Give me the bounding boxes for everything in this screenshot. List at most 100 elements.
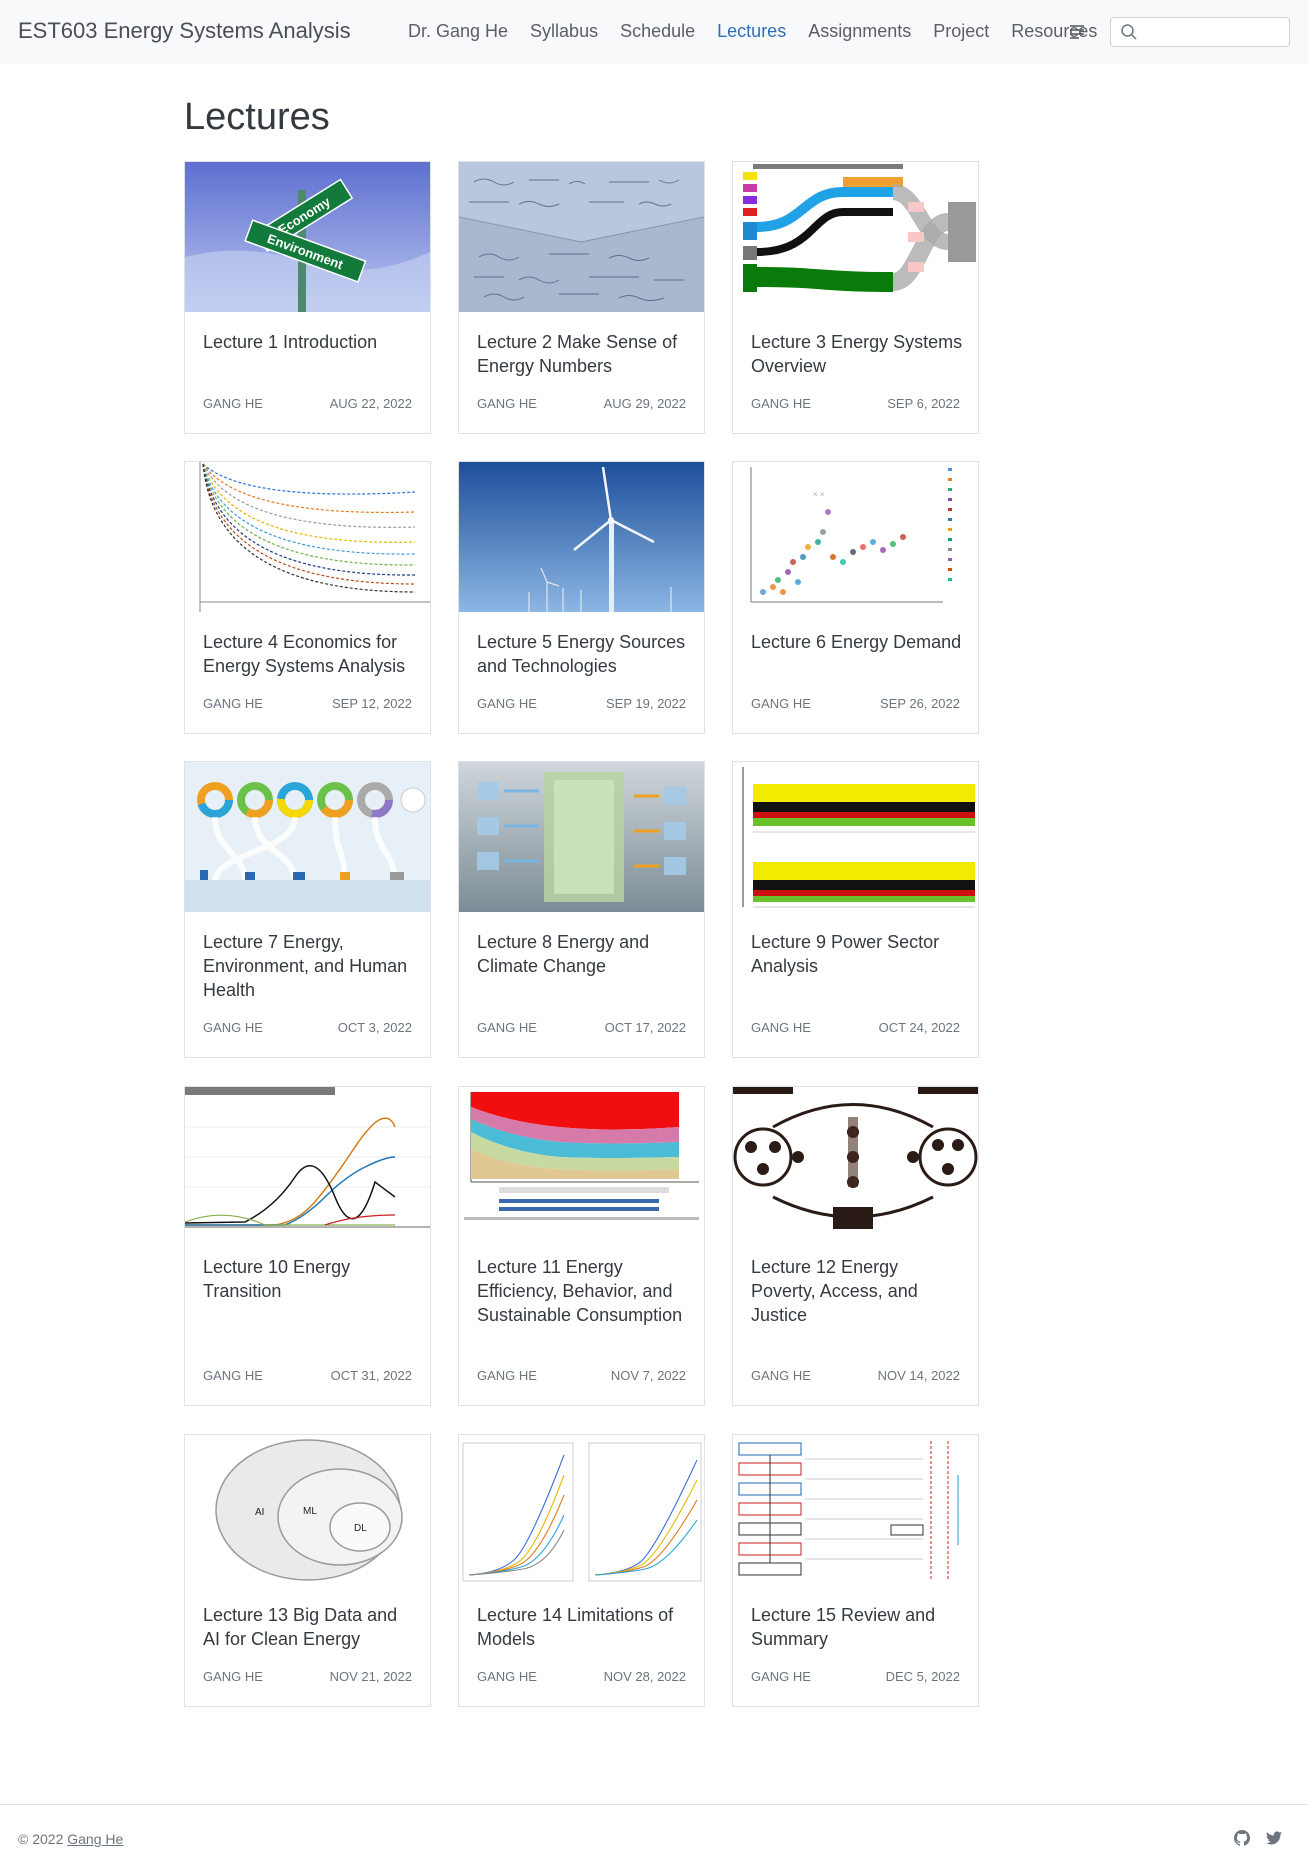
lecture-thumbnail	[733, 1435, 978, 1585]
lecture-date: NOV 7, 2022	[610, 1368, 686, 1383]
lecture-title[interactable]: Lecture 10 Energy Transition	[203, 1255, 418, 1303]
lecture-title[interactable]: Lecture 4 Economics for Energy Systems A…	[203, 630, 418, 678]
lecture-thumbnail	[459, 1435, 704, 1585]
lecture-title[interactable]: Lecture 15 Review and Summary	[751, 1603, 966, 1651]
lecture-thumbnail	[733, 162, 978, 312]
lecture-card[interactable]: Economy Environment Lecture 1 Introducti…	[184, 161, 431, 434]
lecture-date: AUG 29, 2022	[603, 396, 686, 411]
footer-author-link[interactable]: Gang He	[67, 1831, 123, 1847]
lecture-date: NOV 14, 2022	[877, 1368, 960, 1383]
svg-text:× ×: × ×	[813, 490, 825, 499]
twitter-icon[interactable]	[1266, 1830, 1282, 1846]
lecture-author: GANG HE	[203, 1368, 263, 1383]
lecture-date: OCT 3, 2022	[337, 1020, 412, 1035]
nav-link-syllabus[interactable]: Syllabus	[530, 21, 598, 42]
lecture-thumbnail	[185, 1087, 430, 1237]
lecture-title[interactable]: Lecture 11 Energy Efficiency, Behavior, …	[477, 1255, 692, 1327]
site-brand[interactable]: EST603 Energy Systems Analysis	[18, 18, 351, 44]
copyright-text: © 2022	[18, 1831, 64, 1847]
lecture-title[interactable]: Lecture 5 Energy Sources and Technologie…	[477, 630, 692, 678]
lecture-date: OCT 24, 2022	[878, 1020, 960, 1035]
svg-text:ML: ML	[303, 1506, 317, 1517]
search-box[interactable]	[1110, 17, 1290, 47]
lecture-author: GANG HE	[477, 1368, 537, 1383]
svg-text:DL: DL	[354, 1523, 367, 1534]
navbar: EST603 Energy Systems Analysis Dr. Gang …	[0, 0, 1308, 64]
lecture-date: SEP 6, 2022	[887, 396, 960, 411]
nav-link-project[interactable]: Project	[933, 21, 989, 42]
footer-divider	[0, 1804, 1308, 1805]
lecture-card[interactable]: AI ML DL Lecture 13 Big Data and AI for …	[184, 1434, 431, 1707]
lecture-date: SEP 12, 2022	[332, 696, 412, 711]
footer-social	[1234, 1830, 1282, 1846]
lecture-author: GANG HE	[477, 396, 537, 411]
lecture-thumbnail	[733, 1087, 978, 1237]
lecture-title[interactable]: Lecture 13 Big Data and AI for Clean Ene…	[203, 1603, 418, 1651]
lecture-author: GANG HE	[203, 1669, 263, 1684]
lecture-author: GANG HE	[751, 1669, 811, 1684]
lecture-card[interactable]: Lecture 7 Energy, Environment, and Human…	[184, 761, 431, 1058]
lecture-author: GANG HE	[477, 1020, 537, 1035]
lecture-card[interactable]: Lecture 12 Energy Poverty, Access, and J…	[732, 1086, 979, 1406]
lecture-card[interactable]: Lecture 9 Power Sector Analysis GANG HE …	[732, 761, 979, 1058]
lecture-thumbnail	[459, 762, 704, 912]
lecture-card[interactable]: Lecture 3 Energy Systems Overview GANG H…	[732, 161, 979, 434]
lecture-date: OCT 17, 2022	[604, 1020, 686, 1035]
lecture-thumbnail	[733, 762, 978, 912]
search-input[interactable]	[1143, 21, 1287, 45]
lecture-author: GANG HE	[477, 696, 537, 711]
search-icon	[1121, 24, 1137, 40]
lecture-date: NOV 21, 2022	[329, 1669, 412, 1684]
lecture-card[interactable]: Lecture 4 Economics for Energy Systems A…	[184, 461, 431, 734]
lecture-card[interactable]: Lecture 15 Review and Summary GANG HE DE…	[732, 1434, 979, 1707]
lecture-title[interactable]: Lecture 6 Energy Demand	[751, 630, 966, 654]
nav-link-lectures[interactable]: Lectures	[717, 21, 786, 42]
nav-link-schedule[interactable]: Schedule	[620, 21, 695, 42]
svg-text:AI: AI	[255, 1507, 264, 1518]
lecture-date: DEC 5, 2022	[885, 1669, 960, 1684]
lecture-card[interactable]: Lecture 5 Energy Sources and Technologie…	[458, 461, 705, 734]
page-title: Lectures	[184, 96, 330, 138]
lecture-date: SEP 19, 2022	[606, 696, 686, 711]
lecture-date: SEP 26, 2022	[880, 696, 960, 711]
lecture-card[interactable]: Lecture 14 Limitations of Models GANG HE…	[458, 1434, 705, 1707]
lecture-date: AUG 22, 2022	[329, 396, 412, 411]
lecture-card[interactable]: Lecture 11 Energy Efficiency, Behavior, …	[458, 1086, 705, 1406]
lecture-title[interactable]: Lecture 9 Power Sector Analysis	[751, 930, 966, 978]
lecture-thumbnail	[459, 462, 704, 612]
lecture-date: OCT 31, 2022	[330, 1368, 412, 1383]
lecture-author: GANG HE	[203, 396, 263, 411]
lecture-thumbnail: AI ML DL	[185, 1435, 430, 1585]
lecture-title[interactable]: Lecture 8 Energy and Climate Change	[477, 930, 692, 978]
reader-mode-icon[interactable]	[1068, 22, 1086, 40]
lecture-title[interactable]: Lecture 12 Energy Poverty, Access, and J…	[751, 1255, 966, 1327]
lecture-author: GANG HE	[203, 696, 263, 711]
lecture-thumbnail: × ×	[733, 462, 978, 612]
lecture-card[interactable]: Lecture 10 Energy Transition GANG HE OCT…	[184, 1086, 431, 1406]
lecture-thumbnail	[459, 162, 704, 312]
footer-copyright: © 2022 Gang He	[18, 1831, 123, 1847]
lecture-thumbnail	[459, 1087, 704, 1237]
lecture-author: GANG HE	[751, 1368, 811, 1383]
lecture-thumbnail	[185, 462, 430, 612]
lecture-author: GANG HE	[751, 396, 811, 411]
github-icon[interactable]	[1234, 1830, 1250, 1846]
nav-link-dr-gang-he[interactable]: Dr. Gang He	[408, 21, 508, 42]
lecture-title[interactable]: Lecture 2 Make Sense of Energy Numbers	[477, 330, 692, 378]
lecture-title[interactable]: Lecture 3 Energy Systems Overview	[751, 330, 966, 378]
lecture-card[interactable]: × × Lecture 6 Energy Demand GANG HE SEP …	[732, 461, 979, 734]
lecture-thumbnail: Economy Environment	[185, 162, 430, 312]
lecture-card[interactable]: Lecture 8 Energy and Climate Change GANG…	[458, 761, 705, 1058]
nav-link-assignments[interactable]: Assignments	[808, 21, 911, 42]
lecture-author: GANG HE	[751, 1020, 811, 1035]
lecture-author: GANG HE	[751, 696, 811, 711]
lecture-author: GANG HE	[203, 1020, 263, 1035]
nav-links: Dr. Gang He Syllabus Schedule Lectures A…	[408, 21, 1119, 42]
lecture-author: GANG HE	[477, 1669, 537, 1684]
lecture-title[interactable]: Lecture 14 Limitations of Models	[477, 1603, 692, 1651]
lecture-date: NOV 28, 2022	[603, 1669, 686, 1684]
lecture-title[interactable]: Lecture 1 Introduction	[203, 330, 418, 354]
lecture-thumbnail	[185, 762, 430, 912]
lecture-card[interactable]: Lecture 2 Make Sense of Energy Numbers G…	[458, 161, 705, 434]
lecture-title[interactable]: Lecture 7 Energy, Environment, and Human…	[203, 930, 418, 1002]
